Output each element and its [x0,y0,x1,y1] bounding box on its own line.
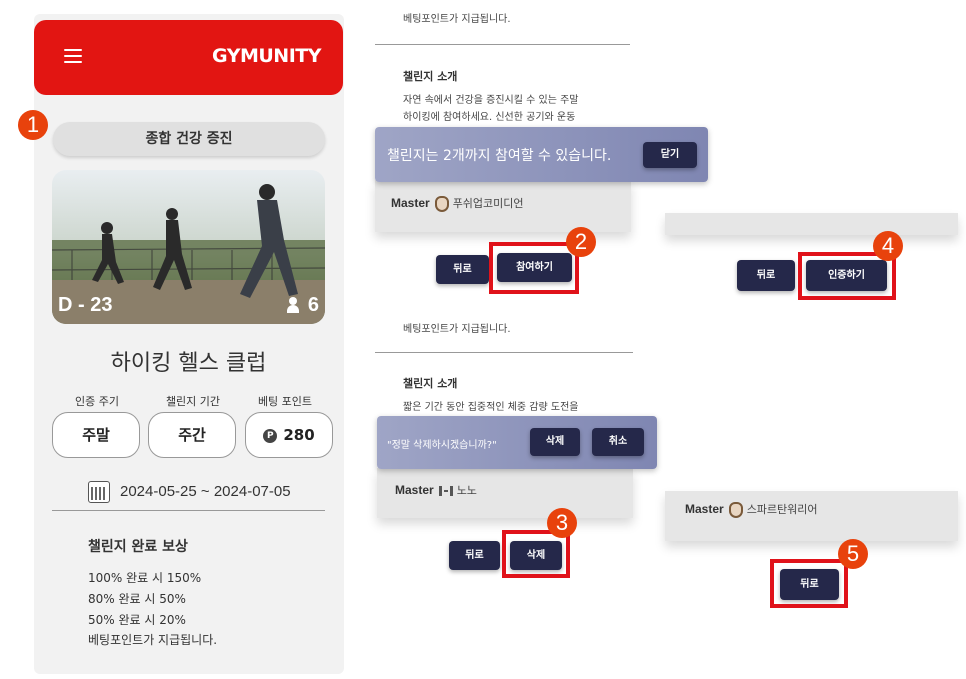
participants-count: 6 [307,294,319,316]
dday-label: D - 23 [58,294,113,316]
divider [375,44,630,45]
master-name: 스파르탄워리어 [746,504,818,516]
master-row: Master 노노 [395,482,477,498]
highlight-box [770,559,848,608]
master-label: Master [391,196,430,210]
cancel-button[interactable]: 취소 [592,428,644,456]
stat-points-box: P 280 [245,412,333,458]
delete-modal: "정말 삭제하시겠습니까?" 삭제 취소 [377,416,657,469]
master-card: Master 스파르탄워리어 [665,491,958,541]
step-badge-1: 1 [18,110,48,140]
person-icon [287,297,299,313]
modal-message: "정말 삭제하시겠습니까?" [387,440,497,451]
master-card: Master 노노 [377,468,633,518]
step-badge-5: 5 [838,539,868,569]
kettlebell-icon [434,195,449,212]
stat-label-points: 베팅 포인트 [257,395,313,408]
stat-points-value: 280 [283,426,315,444]
challenge-hero-image: D - 23 6 [52,170,325,324]
back-button[interactable]: 뒤로 [436,255,489,284]
points-note: 베팅포인트가 지급됩니다. [403,14,511,25]
intro-desc: 하이킹에 참여하세요. 신선한 공기와 운동 [403,112,576,123]
intro-title: 챌린지 소개 [403,70,458,83]
reward-line: 베팅포인트가 지급됩니다. [88,633,218,647]
divider [52,510,325,511]
confirm-delete-button[interactable]: 삭제 [530,428,580,456]
master-label: Master [685,502,724,516]
master-row: Master 스파르탄워리어 [685,501,818,518]
master-card: Master 푸쉬업코미디언 [375,180,631,232]
stat-period-value: 주간 [148,412,236,458]
step-badge-4: 4 [873,231,903,261]
club-title: 하이킹 헬스 클럽 [110,351,267,376]
intro-desc: 자연 속에서 건강을 증진시킬 수 있는 주말 [403,95,579,106]
stat-label-cycle: 인증 주기 [75,395,119,408]
reward-line: 80% 완료 시 50% [88,592,186,606]
app-logo[interactable]: GYMUNITY [212,45,321,67]
dumbbell-icon [438,485,453,496]
calendar-icon [88,481,110,503]
reward-line: 100% 완료 시 150% [88,571,202,585]
master-name: 노노 [456,485,477,497]
menu-icon[interactable] [64,49,82,63]
stat-cycle-value: 주말 [52,412,140,458]
stat-label-period: 챌린지 기간 [165,395,221,408]
master-name: 푸쉬업코미디언 [452,198,524,210]
date-range-row: 2024-05-25 ~ 2024-07-05 [88,481,291,503]
reward-title: 챌린지 완료 보상 [88,539,188,555]
card-edge [665,213,958,235]
highlight-box [489,242,579,294]
limit-modal: 챌린지는 2개까지 참여할 수 있습니다. 닫기 [375,127,708,182]
intro-title: 챌린지 소개 [403,377,458,390]
app-header: GYMUNITY [34,20,343,95]
date-range: 2024-05-25 ~ 2024-07-05 [120,482,291,500]
back-button[interactable]: 뒤로 [737,260,795,291]
divider [375,352,633,353]
back-button[interactable]: 뒤로 [449,541,500,570]
kettlebell-icon [728,501,743,518]
points-note: 베팅포인트가 지급됩니다. [403,324,511,335]
challenge-category: 종합 건강 증진 [53,122,325,156]
intro-desc: 짧은 기간 동안 집중적인 체중 감량 도전을 [403,402,579,413]
master-label: Master [395,483,434,497]
reward-line: 50% 완료 시 20% [88,613,186,627]
close-button[interactable]: 닫기 [643,142,697,168]
step-badge-2: 2 [566,227,596,257]
modal-message: 챌린지는 2개까지 참여할 수 있습니다. [387,148,612,164]
point-coin-icon: P [263,428,278,443]
master-row: Master 푸쉬업코미디언 [391,195,524,212]
step-badge-3: 3 [547,508,577,538]
